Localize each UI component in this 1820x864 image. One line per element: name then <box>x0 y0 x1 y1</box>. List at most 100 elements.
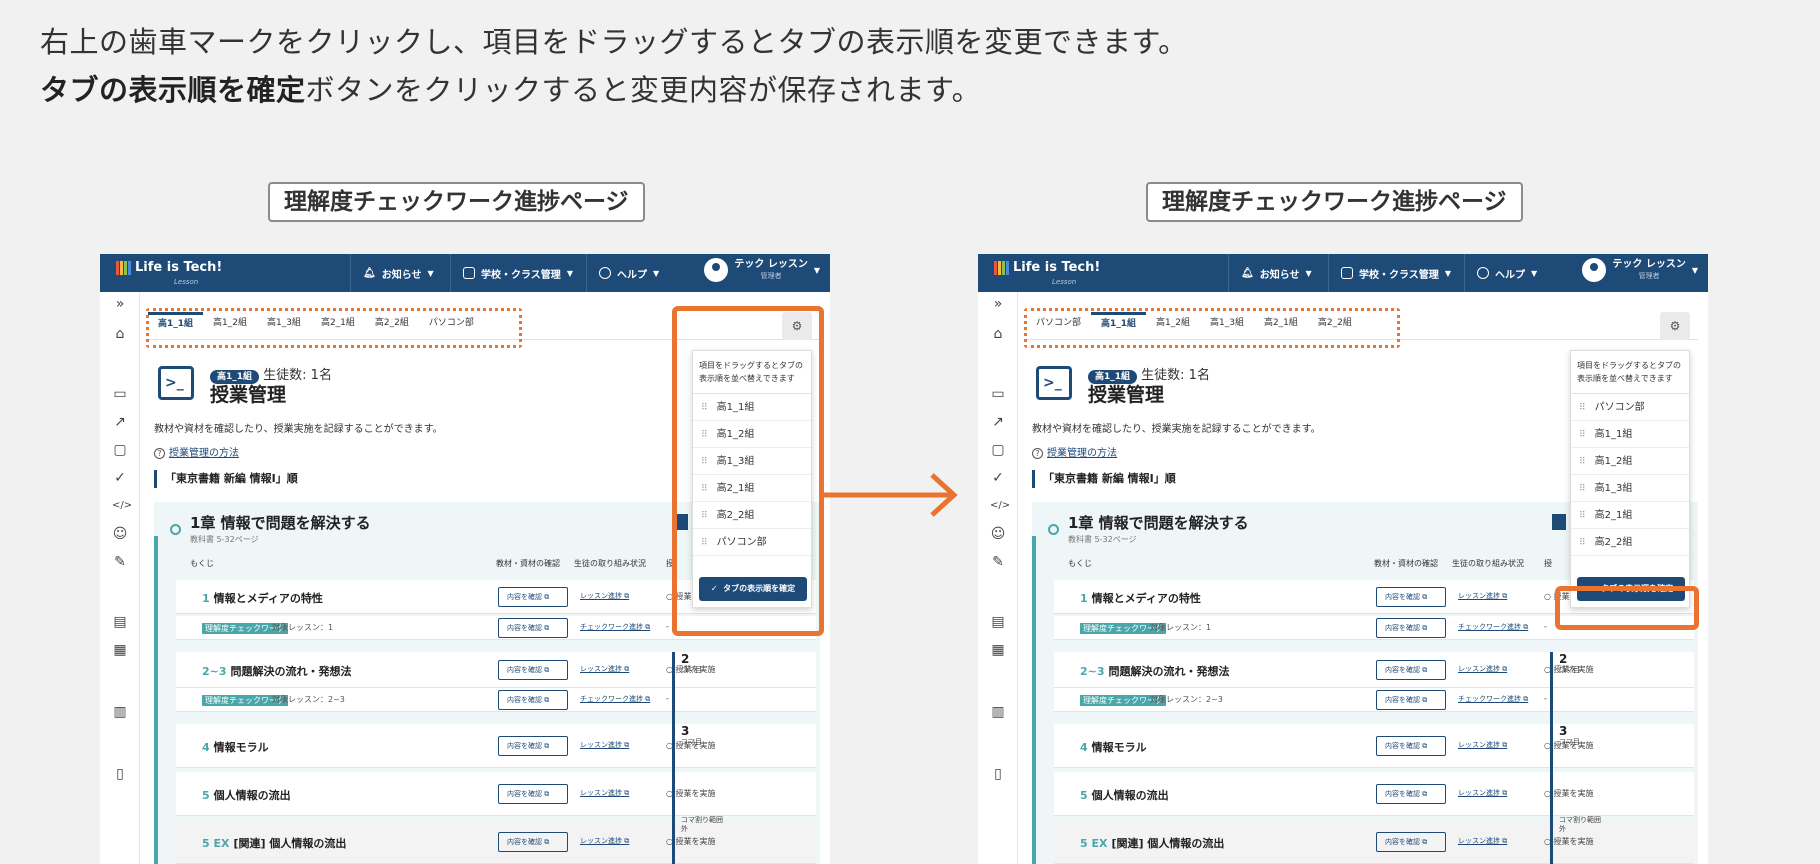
view-content-button[interactable]: 内容を確認 ⧉ <box>498 587 568 607</box>
code-icon[interactable]: </> <box>112 498 132 514</box>
drag-handle-icon[interactable]: ⠿ <box>1579 403 1586 413</box>
check-circle-icon[interactable]: ✓ <box>112 470 128 486</box>
file-icon[interactable]: ▯ <box>112 766 128 782</box>
people-icon[interactable]: ☺ <box>112 526 128 542</box>
user-info: テック レッスン 管理者 <box>734 259 807 281</box>
popup-item[interactable]: ⠿ 高1_3組 <box>1571 475 1689 502</box>
lesson-title[interactable]: 5 EX [関連] 個人情報の流出 <box>1080 835 1224 851</box>
progress-link[interactable]: チェックワーク進捗 ⧉ <box>580 622 650 632</box>
progress-link[interactable]: レッスン進捗 ⧉ <box>580 664 629 674</box>
popup-item[interactable]: ⠿ 高1_1組 <box>1571 421 1689 448</box>
user-menu[interactable]: テック レッスン 管理者 ▼ <box>1582 258 1698 282</box>
chart-icon[interactable]: ▥ <box>990 704 1006 720</box>
home-icon[interactable]: ⌂ <box>112 326 128 342</box>
nav-help[interactable]: ヘルプ ▼ <box>586 254 659 292</box>
view-content-button[interactable]: 内容を確認 ⧉ <box>498 690 568 710</box>
lesson-title[interactable]: 5 個人情報の流出 <box>1080 787 1169 803</box>
app-logo[interactable]: Life is Tech! Lesson <box>116 260 222 286</box>
view-content-label: 内容を確認 <box>1385 666 1420 674</box>
monitor-icon[interactable]: ▢ <box>990 442 1006 458</box>
progress-link[interactable]: レッスン進捗 ⧉ <box>1458 740 1507 750</box>
progress-link[interactable]: レッスン進捗 ⧉ <box>580 836 629 846</box>
progress-link[interactable]: レッスン進捗 ⧉ <box>1458 664 1507 674</box>
progress-link[interactable]: チェックワーク進捗 ⧉ <box>1458 694 1528 704</box>
howto-link[interactable]: ? 授業管理の方法 <box>1032 444 1117 459</box>
drag-handle-icon[interactable]: ⠿ <box>1579 538 1586 548</box>
document-edit-icon[interactable]: ▦ <box>112 642 128 658</box>
lesson-title[interactable]: 4 情報モラル <box>202 739 269 755</box>
terminal-icon[interactable]: ▭ <box>112 386 128 402</box>
col-impl: 授 <box>1544 559 1552 568</box>
gear-icon[interactable]: ⚙ <box>1660 312 1690 340</box>
check-circle-icon[interactable]: ✓ <box>990 470 1006 486</box>
expand-icon[interactable]: » <box>990 296 1006 312</box>
lesson-title[interactable]: 1 情報とメディアの特性 <box>202 590 323 606</box>
chapter-toggle-icon[interactable] <box>1048 524 1059 535</box>
drag-handle-icon[interactable]: ⠿ <box>1579 430 1586 440</box>
progress-link[interactable]: レッスン進捗 ⧉ <box>1458 788 1507 798</box>
view-content-button[interactable]: 内容を確認 ⧉ <box>1376 660 1446 680</box>
document-icon[interactable]: ▤ <box>112 614 128 630</box>
chapter-action-button[interactable] <box>1552 514 1566 530</box>
view-content-button[interactable]: 内容を確認 ⧉ <box>1376 832 1446 852</box>
progress-link[interactable]: レッスン進捗 ⧉ <box>1458 591 1507 601</box>
popup-item[interactable]: ⠿ 高2_2組 <box>1571 529 1689 556</box>
chapter-toggle-icon[interactable] <box>170 524 181 535</box>
document-edit-icon[interactable]: ▦ <box>990 642 1006 658</box>
chart-icon[interactable]: ▥ <box>112 704 128 720</box>
view-content-button[interactable]: 内容を確認 ⧉ <box>498 736 568 756</box>
code-icon[interactable]: </> <box>990 498 1010 514</box>
user-menu[interactable]: テック レッスン 管理者 ▼ <box>704 258 820 282</box>
koma-unit: コマ割り範囲外 <box>681 816 723 833</box>
popup-item[interactable]: ⠿ 高1_2組 <box>1571 448 1689 475</box>
nav-school[interactable]: 学校・クラス管理 ▼ <box>1328 254 1451 292</box>
progress-link-label: レッスン進捗 <box>580 592 622 600</box>
people-icon[interactable]: ☺ <box>990 526 1006 542</box>
progress-link[interactable]: チェックワーク進捗 ⧉ <box>580 694 650 704</box>
view-content-button[interactable]: 内容を確認 ⧉ <box>1376 618 1446 638</box>
progress-link[interactable]: チェックワーク進捗 ⧉ <box>1458 622 1528 632</box>
view-content-button[interactable]: 内容を確認 ⧉ <box>498 618 568 638</box>
trend-icon[interactable]: ↗ <box>990 414 1006 430</box>
document-icon[interactable]: ▤ <box>990 614 1006 630</box>
lesson-title[interactable]: 5 個人情報の流出 <box>202 787 291 803</box>
pen-icon[interactable]: ✎ <box>112 554 128 570</box>
nav-notice[interactable]: 🔔︎ お知らせ ▼ <box>350 254 434 292</box>
progress-link[interactable]: レッスン進捗 ⧉ <box>1458 836 1507 846</box>
view-content-button[interactable]: 内容を確認 ⧉ <box>1376 587 1446 607</box>
view-content-button[interactable]: 内容を確認 ⧉ <box>1376 736 1446 756</box>
terminal-icon[interactable]: ▭ <box>990 386 1006 402</box>
view-content-button[interactable]: 内容を確認 ⧉ <box>498 784 568 804</box>
pen-icon[interactable]: ✎ <box>990 554 1006 570</box>
popup-item[interactable]: ⠿ パソコン部 <box>1571 394 1689 421</box>
drag-handle-icon[interactable]: ⠿ <box>1579 511 1586 521</box>
lesson-title[interactable]: 4 情報モラル <box>1080 739 1147 755</box>
lesson-title[interactable]: 2~3 問題解決の流れ・発想法 <box>202 663 352 679</box>
implement-status: - <box>1544 622 1547 631</box>
home-icon[interactable]: ⌂ <box>990 326 1006 342</box>
progress-link-label: チェックワーク進捗 <box>1458 695 1521 703</box>
view-content-button[interactable]: 内容を確認 ⧉ <box>1376 690 1446 710</box>
nav-notice[interactable]: 🔔︎ お知らせ ▼ <box>1228 254 1312 292</box>
lesson-title[interactable]: 5 EX [関連] 個人情報の流出 <box>202 835 346 851</box>
app-logo[interactable]: Life is Tech! Lesson <box>994 260 1100 286</box>
monitor-icon[interactable]: ▢ <box>112 442 128 458</box>
drag-handle-icon[interactable]: ⠿ <box>1579 484 1586 494</box>
view-content-button[interactable]: 内容を確認 ⧉ <box>498 832 568 852</box>
expand-icon[interactable]: » <box>112 296 128 312</box>
view-content-button[interactable]: 内容を確認 ⧉ <box>498 660 568 680</box>
drag-handle-icon[interactable]: ⠿ <box>1579 457 1586 467</box>
lesson-title[interactable]: 1 情報とメディアの特性 <box>1080 590 1201 606</box>
progress-link[interactable]: レッスン進捗 ⧉ <box>580 788 629 798</box>
lesson-title[interactable]: 2~3 問題解決の流れ・発想法 <box>1080 663 1230 679</box>
implement-label: - <box>666 694 669 703</box>
nav-help[interactable]: ヘルプ ▼ <box>1464 254 1537 292</box>
popup-item[interactable]: ⠿ 高2_1組 <box>1571 502 1689 529</box>
nav-school[interactable]: 学校・クラス管理 ▼ <box>450 254 573 292</box>
view-content-button[interactable]: 内容を確認 ⧉ <box>1376 784 1446 804</box>
progress-link[interactable]: レッスン進捗 ⧉ <box>580 591 629 601</box>
progress-link[interactable]: レッスン進捗 ⧉ <box>580 740 629 750</box>
file-icon[interactable]: ▯ <box>990 766 1006 782</box>
howto-link[interactable]: ? 授業管理の方法 <box>154 444 239 459</box>
trend-icon[interactable]: ↗ <box>112 414 128 430</box>
